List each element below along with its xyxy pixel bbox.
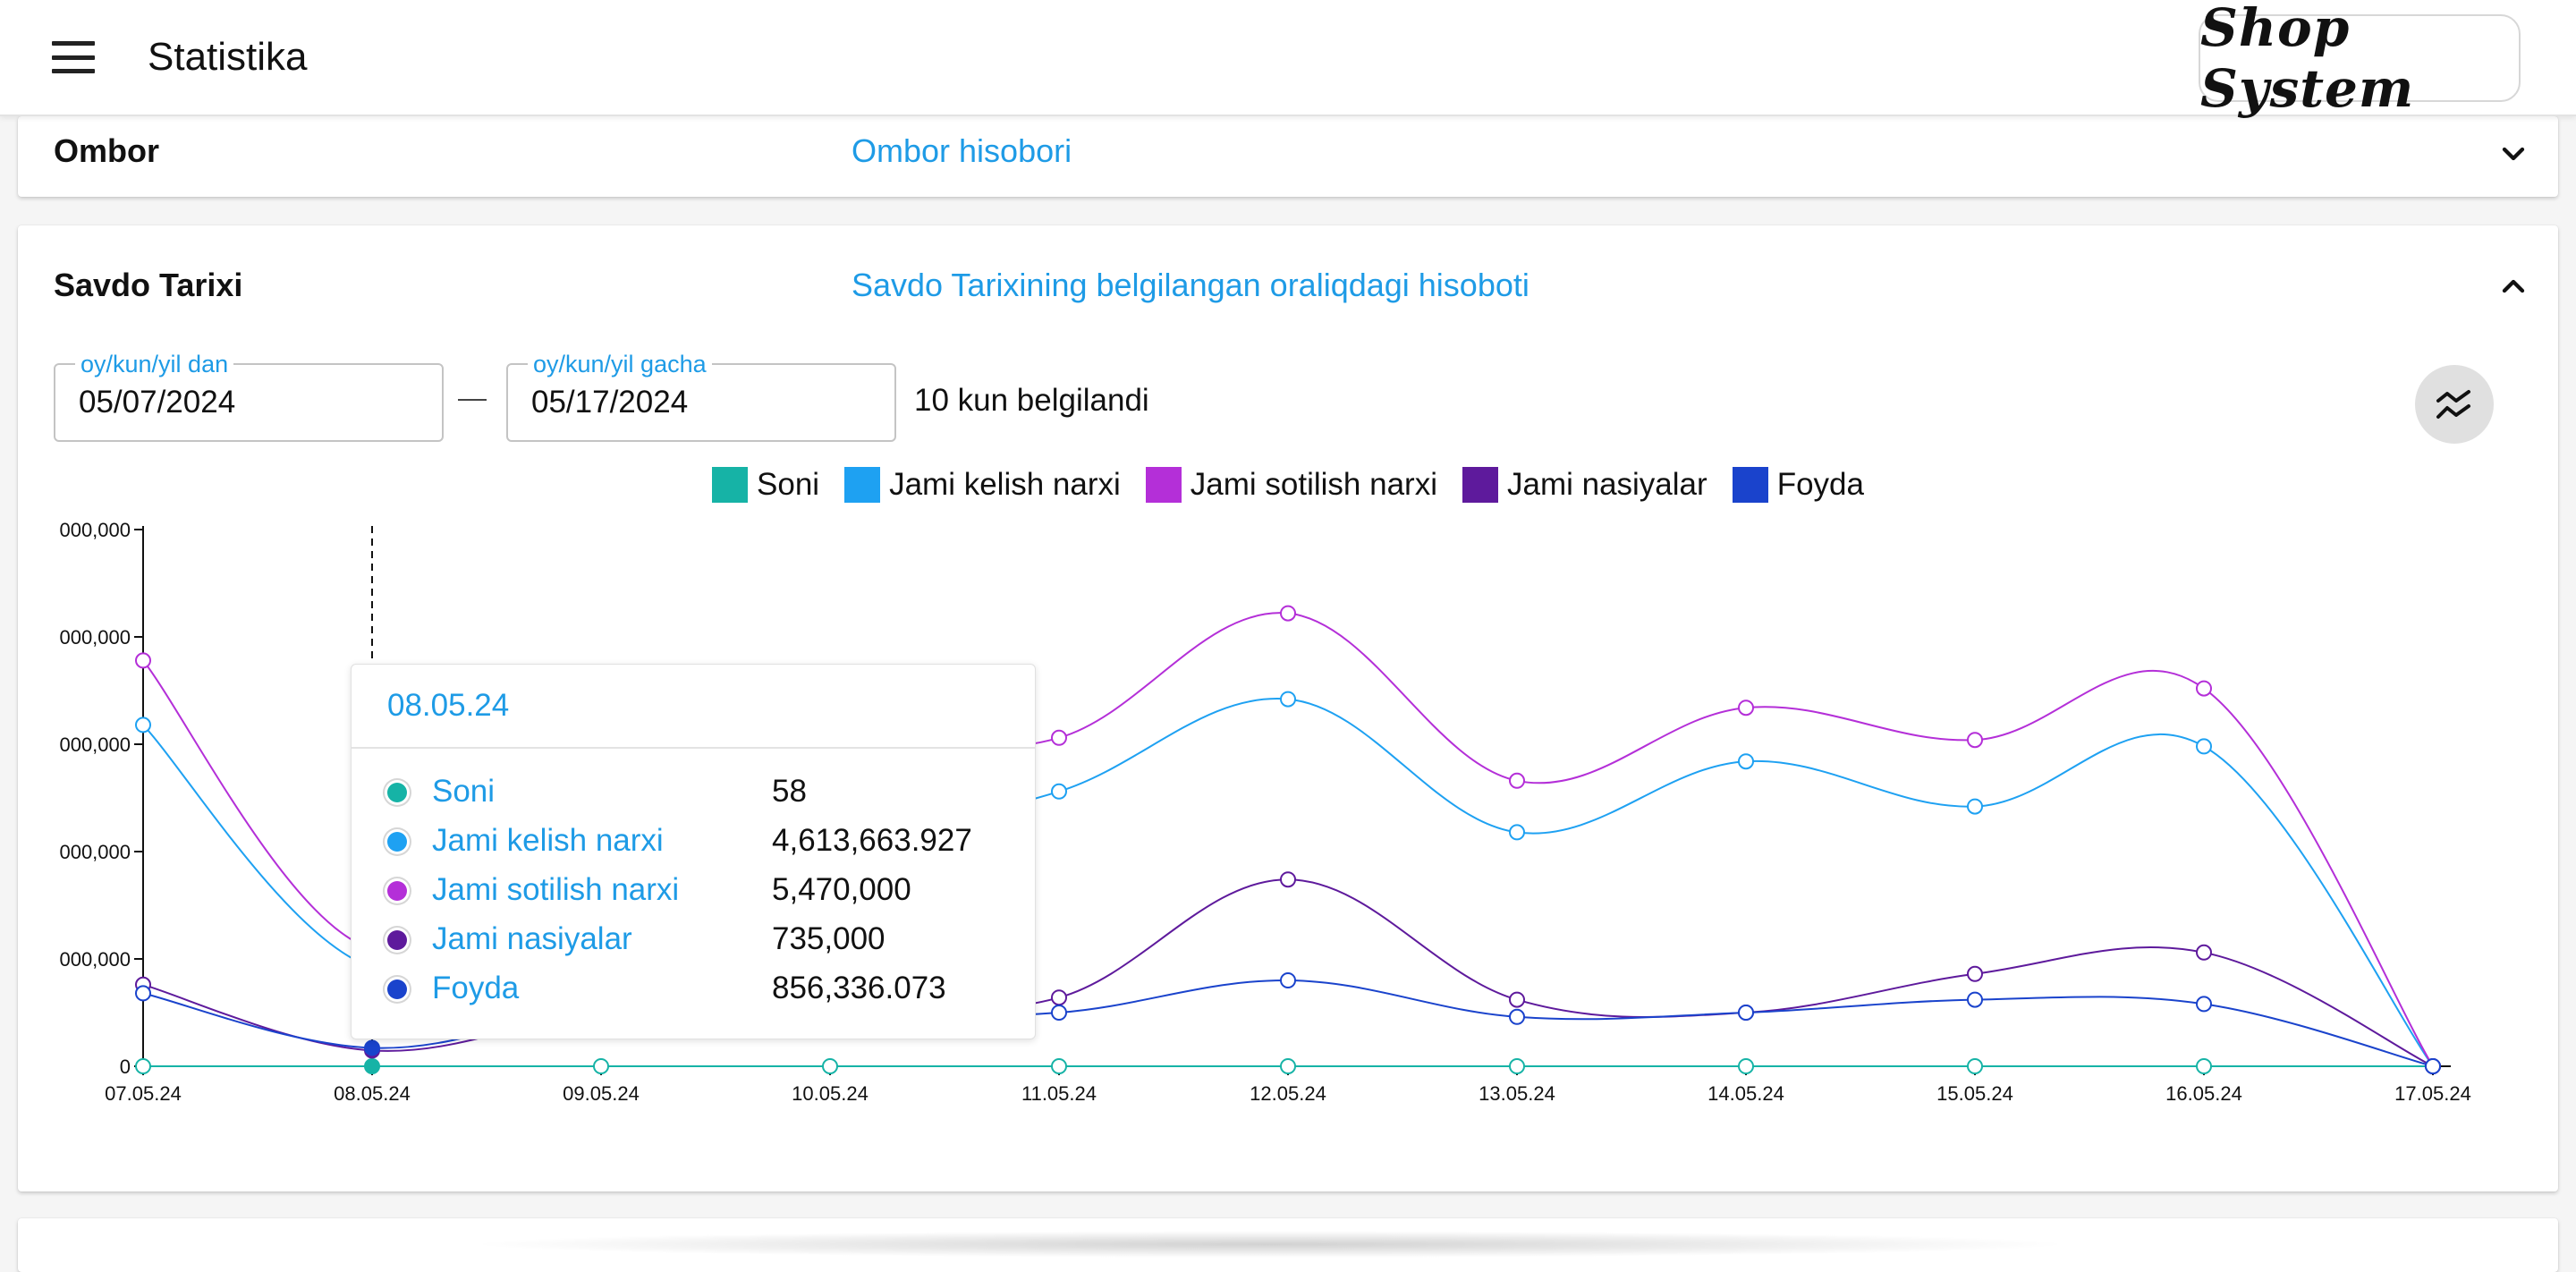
data-point	[1051, 1058, 1067, 1074]
logo[interactable]: Shop System	[2199, 0, 2521, 119]
x-tick-label: 09.05.24	[563, 1082, 640, 1105]
x-tick-label: 12.05.24	[1250, 1082, 1326, 1105]
x-tick-label: 15.05.24	[1936, 1082, 2013, 1105]
data-point	[2196, 996, 2212, 1013]
data-point	[1738, 1058, 1754, 1074]
data-point	[1280, 691, 1296, 708]
x-tick-label: 14.05.24	[1707, 1082, 1784, 1105]
data-point	[1280, 871, 1296, 888]
chevron-down-icon[interactable]	[2496, 136, 2531, 172]
tooltip-row: Jami nasiyalar 735,000	[387, 918, 1013, 964]
data-point	[364, 1039, 380, 1056]
ombor-title: Ombor	[54, 132, 160, 169]
data-point	[364, 1058, 380, 1074]
bottom-shadow	[465, 1231, 2075, 1258]
y-tick-label: 000,000	[59, 841, 131, 863]
data-point	[1280, 605, 1296, 622]
tooltip-series-value: 856,336.073	[772, 971, 946, 1005]
data-point	[2196, 944, 2212, 961]
savdo-accordion: Savdo Tarixi Savdo Tarixining belgilanga…	[18, 225, 2558, 1191]
tooltip-row: Foyda 856,336.073	[387, 967, 1013, 1013]
tooltip-date: 08.05.24	[387, 688, 510, 723]
data-point	[1051, 729, 1067, 746]
data-point	[1509, 772, 1525, 789]
data-point	[2196, 680, 2212, 697]
data-point	[1967, 732, 1983, 749]
data-point	[1280, 972, 1296, 988]
tooltip-series-value: 735,000	[772, 921, 886, 956]
data-point	[2425, 1058, 2441, 1074]
tooltip-series-name: Foyda	[432, 971, 520, 1005]
tooltip-row: Soni 58	[387, 770, 1013, 817]
data-point	[135, 1058, 151, 1074]
tooltip-series-name: Soni	[432, 774, 496, 809]
y-tick-label: 000,000	[59, 626, 131, 649]
data-point	[1509, 824, 1525, 841]
y-tick-label: 000,000	[59, 519, 131, 541]
tooltip-series-dot	[387, 930, 407, 950]
x-tick-label: 10.05.24	[792, 1082, 869, 1105]
data-point	[1967, 965, 1983, 982]
menu-icon[interactable]	[52, 41, 95, 73]
chart-tooltip: 08.05.24 Soni 58 Jami kelish narxi 4,613,66…	[351, 664, 1036, 1039]
data-point	[593, 1058, 609, 1074]
data-point	[1509, 1058, 1525, 1074]
data-point	[1738, 700, 1754, 717]
data-point	[1967, 991, 1983, 1008]
tooltip-series-name: Jami kelish narxi	[432, 823, 664, 858]
x-tick-label: 08.05.24	[334, 1082, 411, 1105]
x-tick-label: 11.05.24	[1021, 1082, 1097, 1105]
data-point	[2196, 738, 2212, 755]
data-point	[1738, 1005, 1754, 1021]
tooltip-series-dot	[387, 832, 407, 852]
data-point	[1509, 1008, 1525, 1025]
data-point	[1967, 798, 1983, 815]
app-bar: Statistika Shop System	[0, 0, 2576, 119]
tooltip-series-dot	[387, 783, 407, 802]
tooltip-series-dot	[387, 979, 407, 999]
page-title: Statistika	[148, 35, 308, 79]
ombor-accordion[interactable]: Ombor Ombor hisobori	[18, 116, 2558, 197]
x-tick-label: 17.05.24	[2394, 1082, 2471, 1105]
ombor-subtitle: Ombor hisobori	[852, 132, 1072, 169]
data-point	[1280, 1058, 1296, 1074]
data-point	[135, 985, 151, 1002]
tooltip-divider	[352, 747, 1035, 749]
tooltip-row: Jami sotilish narxi 5,470,000	[387, 869, 1013, 915]
data-point	[135, 652, 151, 669]
tooltip-series-dot	[387, 881, 407, 901]
x-tick-label: 07.05.24	[105, 1082, 182, 1105]
tooltip-series-name: Jami sotilish narxi	[432, 872, 680, 907]
x-tick-label: 13.05.24	[1479, 1082, 1555, 1105]
y-tick-label: 000,000	[59, 948, 131, 971]
data-point	[822, 1058, 838, 1074]
tooltip-row: Jami kelish narxi 4,613,663.927	[387, 819, 1013, 866]
logo-text: Shop System	[2200, 0, 2415, 119]
tooltip-series-value: 4,613,663.927	[772, 823, 972, 858]
data-point	[1738, 753, 1754, 770]
tooltip-series-name: Jami nasiyalar	[432, 921, 632, 956]
data-point	[1967, 1058, 1983, 1074]
tooltip-series-value: 58	[772, 774, 807, 809]
data-point	[135, 717, 151, 734]
y-tick-label: 000,000	[59, 734, 131, 756]
y-tick-label: 0	[120, 1056, 131, 1078]
data-point	[1509, 991, 1525, 1008]
tooltip-series-value: 5,470,000	[772, 872, 911, 907]
data-point	[2196, 1058, 2212, 1074]
data-point	[1051, 1005, 1067, 1021]
data-point	[1051, 989, 1067, 1006]
data-point	[1051, 783, 1067, 800]
x-tick-label: 16.05.24	[2165, 1082, 2242, 1105]
